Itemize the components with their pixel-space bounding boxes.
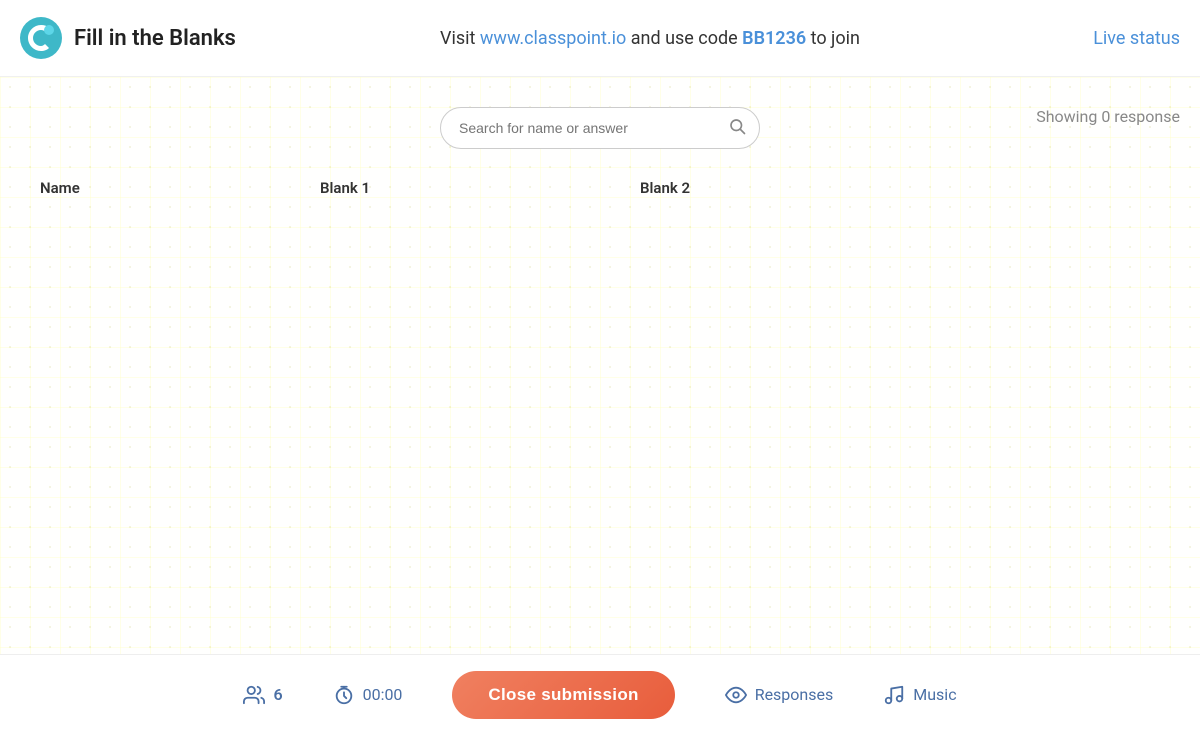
bottom-bar: 6 00:00 Close submission Responses Music bbox=[0, 654, 1200, 734]
timer-display: 00:00 bbox=[363, 685, 403, 704]
app-title: Fill in the Blanks bbox=[74, 26, 236, 51]
search-input[interactable] bbox=[440, 107, 760, 149]
close-submission-button[interactable]: Close submission bbox=[452, 671, 674, 719]
classpoint-url[interactable]: www.classpoint.io bbox=[480, 28, 626, 49]
logo-area: Fill in the Blanks bbox=[20, 17, 270, 59]
use-code-text: and use code bbox=[631, 28, 742, 49]
participant-count: 6 bbox=[273, 685, 282, 704]
responses-label: Responses bbox=[755, 685, 834, 704]
to-join-text: to join bbox=[811, 28, 860, 49]
eye-icon bbox=[725, 684, 747, 706]
table-header: Name Blank 1 Blank 2 bbox=[40, 169, 1160, 207]
table-area: Name Blank 1 Blank 2 bbox=[0, 149, 1200, 227]
participant-count-item: 6 bbox=[243, 684, 282, 706]
search-container bbox=[440, 107, 760, 149]
timer-icon bbox=[333, 684, 355, 706]
music-item[interactable]: Music bbox=[883, 684, 956, 706]
header-join-info: Visit www.classpoint.io and use code BB1… bbox=[270, 28, 1030, 49]
live-status-button[interactable]: Live status bbox=[1093, 28, 1180, 49]
music-label: Music bbox=[913, 685, 956, 704]
responses-item[interactable]: Responses bbox=[725, 684, 834, 706]
visit-text: Visit bbox=[440, 28, 480, 49]
column-header-name: Name bbox=[40, 179, 320, 197]
participants-icon bbox=[243, 684, 265, 706]
join-code: BB1236 bbox=[742, 28, 806, 49]
main-content-area: Showing 0 response Name Blank 1 Blank 2 bbox=[0, 77, 1200, 654]
column-header-blank1: Blank 1 bbox=[320, 179, 640, 197]
search-area: Showing 0 response bbox=[0, 77, 1200, 149]
header-right-area: Live status bbox=[1030, 28, 1180, 49]
app-header: Fill in the Blanks Visit www.classpoint.… bbox=[0, 0, 1200, 77]
music-icon bbox=[883, 684, 905, 706]
classpoint-logo-icon bbox=[20, 17, 62, 59]
column-header-blank2: Blank 2 bbox=[640, 179, 960, 197]
showing-response-label: Showing 0 response bbox=[1036, 107, 1180, 126]
timer-item: 00:00 bbox=[333, 684, 403, 706]
